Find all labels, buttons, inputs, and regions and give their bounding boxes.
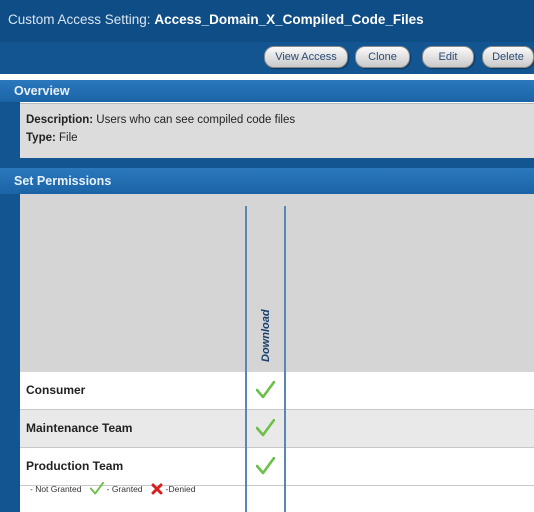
download-permission-cell[interactable] bbox=[247, 372, 284, 409]
legend-granted: - Granted bbox=[106, 483, 143, 494]
set-permissions-header: Set Permissions bbox=[0, 168, 534, 194]
column-divider bbox=[245, 206, 247, 512]
description-value: Users who can see compiled code files bbox=[96, 114, 296, 126]
checkmark-icon bbox=[256, 419, 275, 437]
table-row: Production Team bbox=[20, 448, 534, 486]
type-value: File bbox=[59, 132, 78, 144]
type-label: Type: bbox=[26, 132, 56, 144]
overview-panel: Description: Users who can see compiled … bbox=[20, 103, 534, 158]
checkmark-icon bbox=[256, 381, 275, 399]
description-label: Description: bbox=[26, 114, 94, 126]
overview-header: Overview bbox=[0, 80, 534, 102]
permissions-table: Download Consumer Maintenance Team Produ… bbox=[20, 194, 534, 512]
type-row: Type: File bbox=[26, 129, 528, 147]
checkmark-icon bbox=[90, 481, 105, 495]
section-divider bbox=[0, 158, 534, 168]
permission-legend: - Not Granted - Granted -Denied bbox=[30, 481, 196, 502]
role-label: Consumer bbox=[26, 383, 86, 397]
description-row: Description: Users who can see compiled … bbox=[26, 111, 528, 129]
title-bar: Custom Access Setting: Access_Domain_X_C… bbox=[0, 0, 534, 42]
legend-denied: -Denied bbox=[165, 483, 196, 494]
edit-button[interactable]: Edit bbox=[422, 46, 474, 68]
table-row: Maintenance Team bbox=[20, 410, 534, 448]
clone-button[interactable]: Clone bbox=[355, 46, 410, 68]
download-permission-cell[interactable] bbox=[247, 448, 284, 485]
delete-button[interactable]: Delete bbox=[482, 46, 534, 68]
column-header-download-label: Download bbox=[259, 309, 272, 362]
legend-not-granted: - Not Granted bbox=[30, 483, 82, 494]
title-prefix: Custom Access Setting: bbox=[8, 12, 151, 27]
role-label: Maintenance Team bbox=[26, 421, 133, 435]
access-setting-window: Custom Access Setting: Access_Domain_X_C… bbox=[0, 0, 534, 512]
checkmark-icon bbox=[256, 457, 275, 475]
view-access-button[interactable]: View Access bbox=[264, 46, 348, 68]
role-label: Production Team bbox=[26, 459, 124, 473]
column-header-download: Download bbox=[247, 206, 284, 372]
column-divider bbox=[284, 206, 286, 512]
download-permission-cell[interactable] bbox=[247, 410, 284, 447]
page-title: Custom Access Setting: Access_Domain_X_C… bbox=[8, 12, 424, 27]
action-toolbar: View Access Clone Edit Delete bbox=[0, 42, 534, 74]
table-row: Consumer bbox=[20, 372, 534, 410]
setting-name: Access_Domain_X_Compiled_Code_Files bbox=[154, 12, 424, 27]
x-mark-icon bbox=[151, 483, 163, 494]
